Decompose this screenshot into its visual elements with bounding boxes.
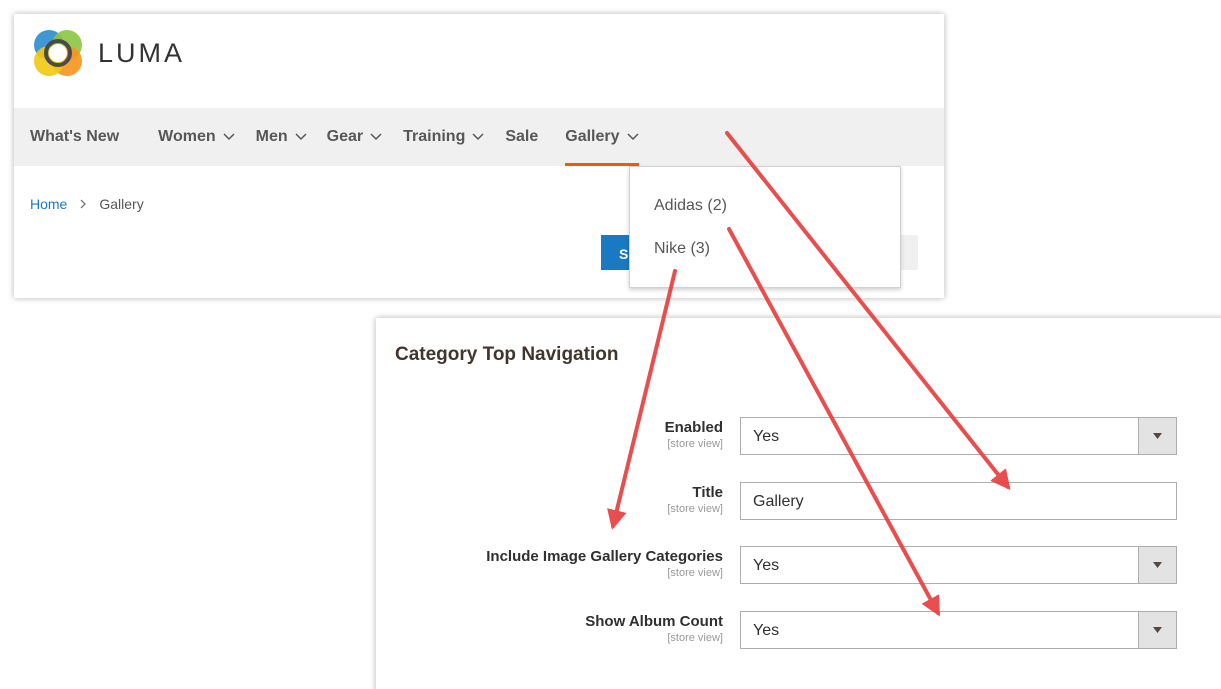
- input-value: Gallery: [753, 493, 804, 510]
- title-input[interactable]: Gallery: [740, 482, 1177, 520]
- enabled-select[interactable]: Yes: [740, 417, 1177, 455]
- nav-item-sale[interactable]: Sale: [505, 108, 538, 166]
- field-scope: [store view]: [667, 503, 723, 515]
- select-arrow-icon[interactable]: [1138, 418, 1176, 454]
- nav-item-gallery[interactable]: Gallery: [565, 108, 639, 166]
- nav-item-men[interactable]: Men: [256, 108, 307, 166]
- nav-item-label: What's New: [30, 128, 120, 145]
- button-label: S: [619, 246, 629, 262]
- submenu-item-adidas[interactable]: Adidas (2): [654, 197, 727, 215]
- chevron-down-icon: [472, 133, 484, 141]
- submenu-item-nike[interactable]: Nike (3): [654, 240, 710, 258]
- chevron-down-icon: [370, 133, 382, 141]
- field-label-text: Enabled: [664, 419, 723, 436]
- nav-item-whats-new[interactable]: What's New: [30, 108, 119, 166]
- field-label-include-gallery-categories: Include Image Gallery Categories [store …: [486, 548, 723, 579]
- logo-wordmark: LUMA: [98, 37, 186, 68]
- store-logo[interactable]: LUMA: [32, 26, 185, 80]
- breadcrumb-current: Gallery: [99, 196, 144, 212]
- breadcrumb-home-link[interactable]: Home: [30, 196, 67, 212]
- gallery-submenu: Adidas (2) Nike (3): [629, 166, 901, 288]
- nav-item-label: Sale: [505, 128, 539, 145]
- top-navigation: What's New Women Men Gear Training Sale …: [14, 108, 944, 166]
- select-value: Yes: [753, 557, 780, 574]
- chevron-right-icon: [80, 199, 87, 209]
- nav-item-women[interactable]: Women: [158, 108, 235, 166]
- field-scope: [store view]: [667, 632, 723, 644]
- nav-item-label: Training: [403, 128, 466, 145]
- field-scope: [store view]: [667, 567, 723, 579]
- nav-item-label: Gallery: [565, 128, 620, 145]
- select-value: Yes: [753, 622, 780, 639]
- nav-item-gear[interactable]: Gear: [327, 108, 382, 166]
- chevron-down-icon: [627, 133, 639, 141]
- storefront-panel: LUMA What's New Women Men Gear Training …: [14, 14, 944, 298]
- field-label-enabled: Enabled [store view]: [665, 419, 723, 450]
- include-gallery-categories-select[interactable]: Yes: [740, 546, 1177, 584]
- chevron-down-icon: [223, 133, 235, 141]
- nav-item-label: Women: [158, 128, 216, 145]
- partially-hidden-control[interactable]: [901, 235, 918, 270]
- nav-item-label: Gear: [326, 128, 364, 145]
- select-value: Yes: [753, 428, 780, 445]
- section-title: Category Top Navigation: [395, 344, 619, 365]
- nav-item-label: Men: [255, 128, 288, 145]
- field-scope: [store view]: [667, 438, 723, 450]
- show-album-count-select[interactable]: Yes: [740, 611, 1177, 649]
- select-arrow-icon[interactable]: [1138, 612, 1176, 648]
- field-label-title: Title [store view]: [667, 484, 723, 515]
- chevron-down-icon: [295, 133, 307, 141]
- field-label-show-album-count: Show Album Count [store view]: [585, 613, 723, 644]
- field-label-text: Title: [692, 484, 723, 501]
- nav-item-training[interactable]: Training: [403, 108, 484, 166]
- luma-logo-icon: [34, 30, 82, 76]
- field-label-text: Show Album Count: [585, 613, 723, 630]
- admin-config-panel: Category Top Navigation Enabled [store v…: [376, 318, 1221, 689]
- select-arrow-icon[interactable]: [1138, 547, 1176, 583]
- breadcrumb: Home Gallery: [30, 196, 144, 212]
- field-label-text: Include Image Gallery Categories: [486, 548, 723, 565]
